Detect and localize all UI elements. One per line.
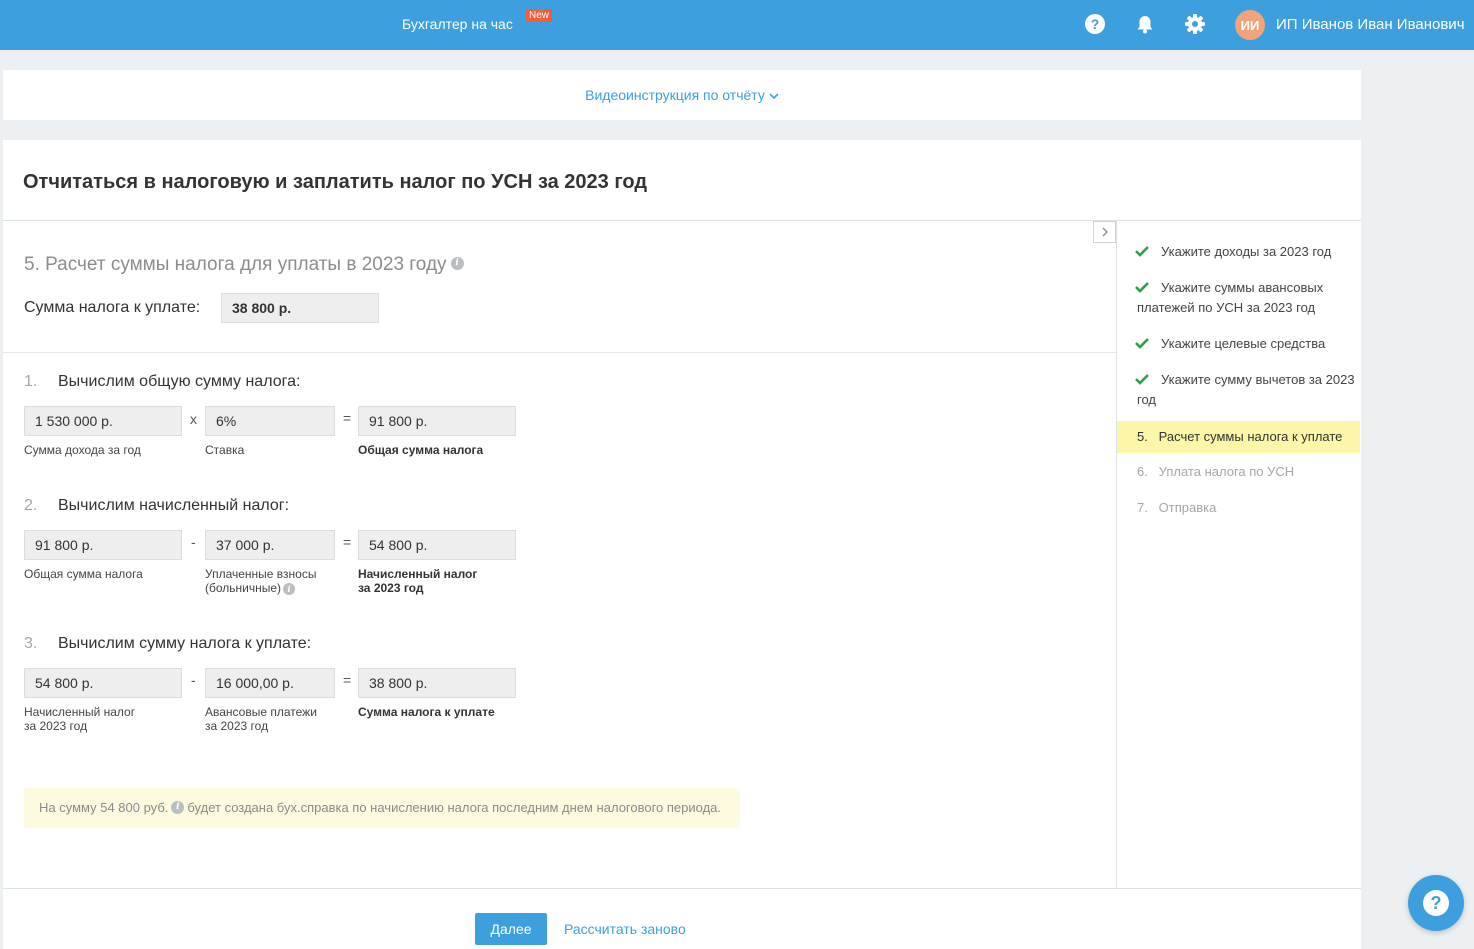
avatar[interactable]: ИИ xyxy=(1235,10,1265,40)
step-2-title: 2. Вычислим начисленный налог: xyxy=(24,497,289,515)
equals-sign: = xyxy=(343,410,352,426)
video-instruction-card: Видеоинструкция по отчёту xyxy=(3,70,1361,120)
step-number: 1. xyxy=(24,373,38,390)
step-number: 2. xyxy=(24,497,38,514)
rate-field[interactable]: 6% xyxy=(205,406,335,436)
income-caption: Сумма дохода за год xyxy=(24,443,141,457)
section-divider xyxy=(3,352,1116,353)
user-name[interactable]: ИП Иванов Иван Иванович xyxy=(1276,16,1465,33)
info-icon[interactable]: i xyxy=(450,256,464,270)
step-title-text: Вычислим сумму налога к уплате: xyxy=(58,635,312,652)
section-title-text: 5. Расчет суммы налога для уплаты в 2023… xyxy=(24,254,447,275)
note-text-1: На сумму 54 800 руб. xyxy=(39,800,169,815)
section-title: 5. Расчет суммы налога для уплаты в 2023… xyxy=(24,254,464,276)
caption-line-2: за 2023 год xyxy=(358,581,424,595)
multiply-sign: x xyxy=(190,411,197,427)
check-icon xyxy=(1135,374,1149,385)
note-text-2: будет создана бух.справка по начислению … xyxy=(187,800,722,815)
income-field[interactable]: 1 530 000 р. xyxy=(24,406,182,436)
check-icon xyxy=(1135,282,1149,293)
accrued-tax-caption-2: Начисленный налог за 2023 год xyxy=(24,705,135,733)
caption-line-1: Начисленный налог xyxy=(24,705,136,719)
tax-total-label: Сумма налога к уплате: xyxy=(24,299,201,316)
minus-sign: - xyxy=(191,534,196,550)
sidebar-item-deductions[interactable]: Укажите сумму вычетов за 2023 год xyxy=(1117,370,1360,410)
equals-sign: = xyxy=(343,672,352,688)
svg-text:?: ? xyxy=(1091,16,1100,32)
new-badge: New xyxy=(526,9,553,22)
report-card: Отчитаться в налоговую и заплатить налог… xyxy=(3,140,1361,949)
advance-payments-caption: Авансовые платежи за 2023 год xyxy=(205,705,317,733)
caption-line-2: за 2023 год xyxy=(24,719,88,733)
chevron-down-icon xyxy=(769,93,779,100)
sidebar-item-tax-payment[interactable]: 6. Уплата налога по УСН xyxy=(1117,462,1360,482)
sidebar-item-income[interactable]: Укажите доходы за 2023 год xyxy=(1117,242,1360,262)
total-tax-field-2: 91 800 р. xyxy=(24,530,182,560)
help-icon: ? xyxy=(1423,890,1449,916)
paid-contributions-caption: Уплаченные взносы (больничные) i xyxy=(205,567,316,595)
caption-line-1: Авансовые платежи xyxy=(205,705,317,719)
sidebar-item-label: Укажите доходы за 2023 год xyxy=(1161,244,1332,259)
page-title: Отчитаться в налоговую и заплатить налог… xyxy=(23,171,648,193)
step-number: 3. xyxy=(24,635,38,652)
caption-line-1: Начисленный налог xyxy=(358,567,478,581)
help-icon[interactable]: ? xyxy=(1084,13,1106,35)
sidebar-item-label: Укажите сумму вычетов за 2023 год xyxy=(1137,372,1355,407)
sidebar-item-sending[interactable]: 7. Отправка xyxy=(1117,498,1360,518)
equals-sign: = xyxy=(343,534,352,550)
tax-payable-caption: Сумма налога к уплате xyxy=(358,705,495,719)
bell-icon[interactable] xyxy=(1134,13,1156,35)
accrued-tax-field: 54 800 р. xyxy=(358,530,516,560)
caption-line-1: Уплаченные взносы xyxy=(205,567,317,581)
check-icon xyxy=(1135,338,1149,349)
footer-divider xyxy=(3,888,1361,889)
step-title-text: Вычислим общую сумму налога: xyxy=(58,373,301,390)
caption-line-2: за 2023 год xyxy=(205,719,269,733)
minus-sign: - xyxy=(191,672,196,688)
accounting-note: На сумму 54 800 руб. i будет создана бух.с… xyxy=(24,788,740,828)
header-divider xyxy=(3,220,1361,221)
info-icon[interactable]: i xyxy=(171,801,185,815)
sidebar-item-label: Укажите целевые средства xyxy=(1161,336,1326,351)
step-1-title: 1. Вычислим общую сумму налога: xyxy=(24,373,300,391)
total-tax-caption: Общая сумма налога xyxy=(358,443,484,457)
total-tax-field: 91 800 р. xyxy=(358,406,516,436)
rate-caption: Ставка xyxy=(205,443,245,457)
help-chat-button[interactable]: ? xyxy=(1408,875,1464,931)
top-bar: Бухгалтер на час New ? ИИ ИП Иванов Иван… xyxy=(0,0,1474,50)
gear-icon[interactable] xyxy=(1184,13,1206,35)
total-tax-caption-2: Общая сумма налога xyxy=(24,567,143,581)
chevron-right-icon xyxy=(1102,227,1108,237)
collapse-sidebar-button[interactable] xyxy=(1093,221,1116,243)
sidebar-item-label: 6. Уплата налога по УСН xyxy=(1137,464,1295,479)
tax-payable-field: 38 800 р. xyxy=(358,668,516,698)
sidebar-item-label: 5. Расчет суммы налога к уплате xyxy=(1137,429,1343,444)
accrued-tax-field-2: 54 800 р. xyxy=(24,668,182,698)
accrued-tax-caption: Начисленный налог за 2023 год xyxy=(358,567,477,595)
tax-total-value: 38 800 р. xyxy=(221,293,379,323)
promo-link[interactable]: Бухгалтер на час xyxy=(402,16,513,32)
video-instruction-label: Видеоинструкция по отчёту xyxy=(585,87,765,103)
video-instruction-link[interactable]: Видеоинструкция по отчёту xyxy=(3,87,1361,103)
paid-contributions-field[interactable]: 37 000 р. xyxy=(205,530,335,560)
advance-payments-field[interactable]: 16 000,00 р. xyxy=(205,668,335,698)
svg-text:?: ? xyxy=(1431,893,1442,913)
sidebar-item-tax-calculation[interactable]: 5. Расчет суммы налога к уплате xyxy=(1117,421,1360,453)
sidebar-item-advance-payments[interactable]: Укажите суммы авансовых платежей по УСН … xyxy=(1117,278,1360,318)
sidebar-item-target-funds[interactable]: Укажите целевые средства xyxy=(1117,334,1360,354)
sidebar-divider xyxy=(1116,220,1117,888)
next-button[interactable]: Далее xyxy=(475,913,547,945)
recalculate-link[interactable]: Рассчитать заново xyxy=(564,921,686,937)
step-title-text: Вычислим начисленный налог: xyxy=(58,497,290,514)
sidebar-item-label: Укажите суммы авансовых платежей по УСН … xyxy=(1137,280,1324,315)
info-icon[interactable]: i xyxy=(283,582,296,595)
step-3-title: 3. Вычислим сумму налога к уплате: xyxy=(24,635,311,653)
check-icon xyxy=(1135,246,1149,257)
caption-line-2: (больничные) xyxy=(205,581,282,595)
sidebar-item-label: 7. Отправка xyxy=(1137,500,1217,515)
